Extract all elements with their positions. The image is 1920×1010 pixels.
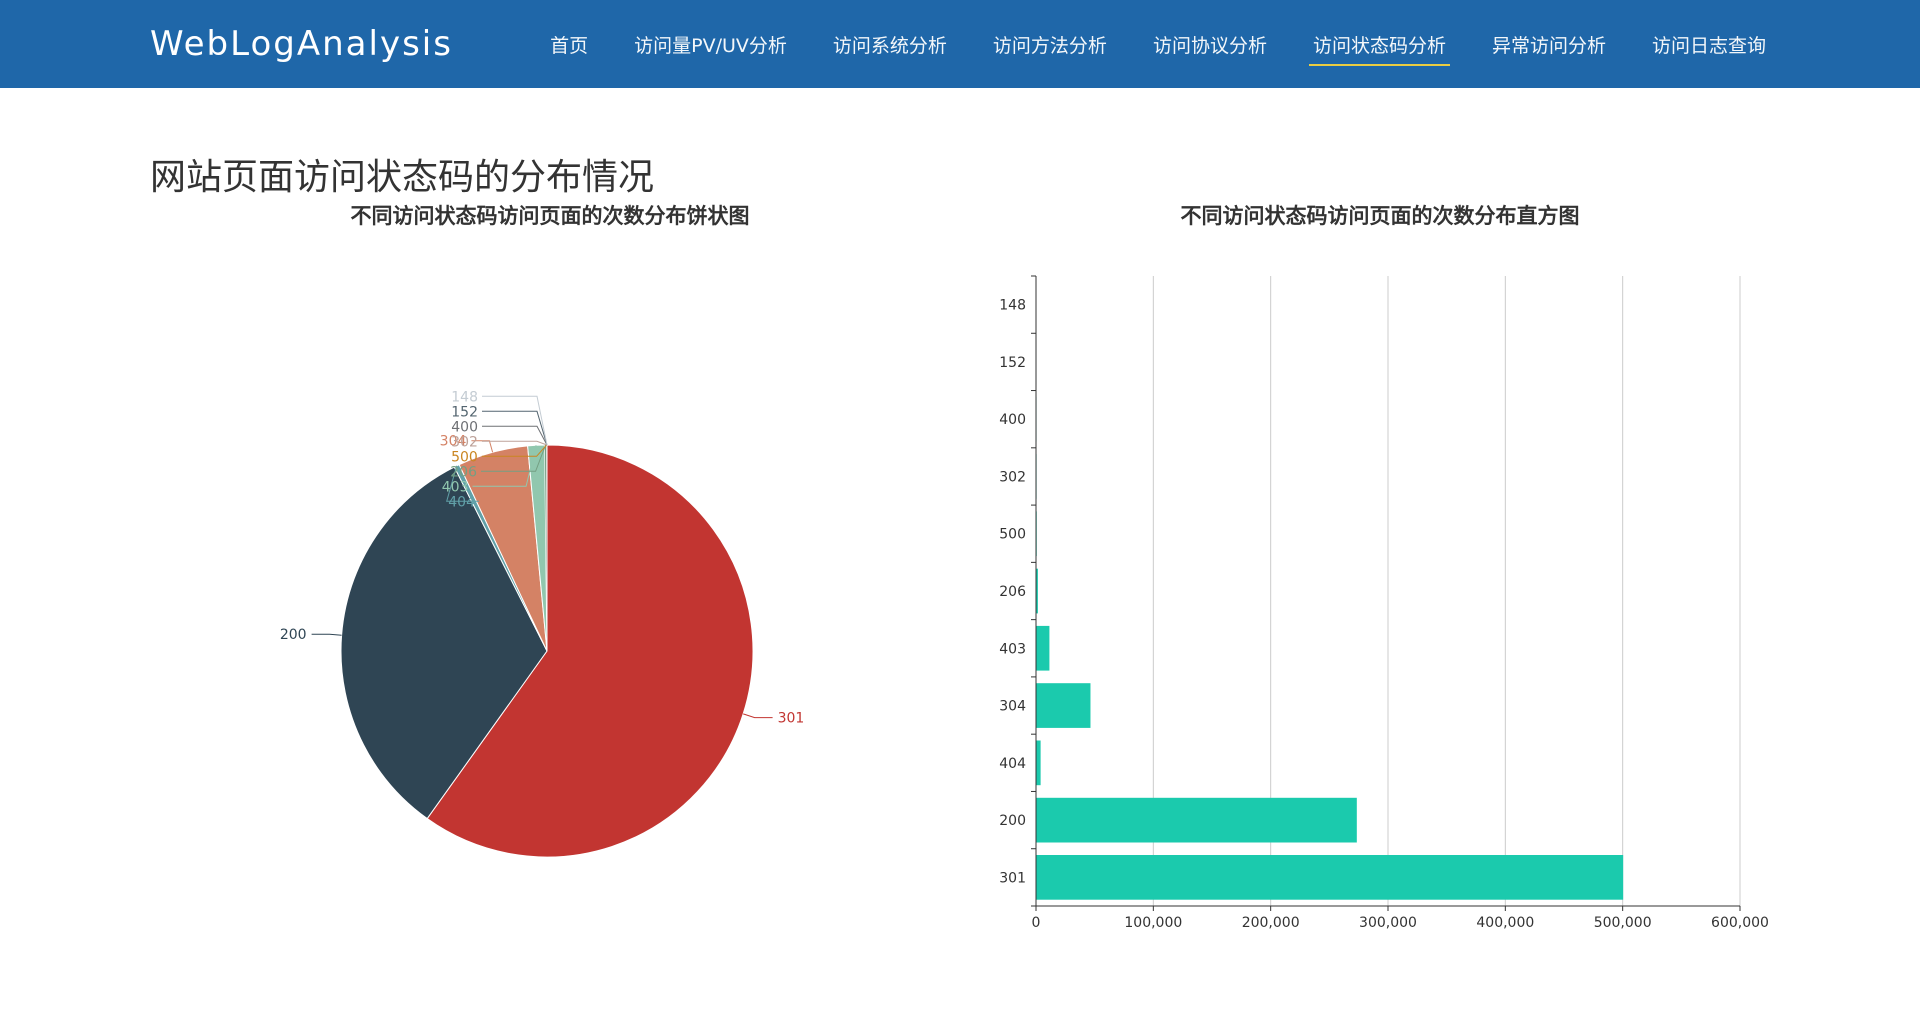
pie-leader-line-200 [311, 633, 342, 636]
nav-item-home[interactable]: 首页 [546, 25, 592, 64]
brand-logo[interactable]: WebLogAnalysis [150, 20, 453, 68]
pie-leader-line-301 [743, 713, 773, 719]
y-tick-label-152: 152 [999, 355, 1026, 371]
nav-item-method[interactable]: 访问方法分析 [989, 25, 1111, 64]
nav-item-system[interactable]: 访问系统分析 [829, 25, 951, 64]
pie-label-403: 403 [442, 479, 469, 495]
pie-chart: 301200304404403206500302400152148 [280, 389, 805, 858]
y-tick-label-400: 400 [999, 412, 1026, 428]
pie-label-400: 400 [451, 419, 478, 435]
bar-chart-panel: 不同访问状态码访问页面的次数分布直方图 0 100,000 200,000 300,0… [960, 196, 1800, 956]
x-tick-label: 0 [1032, 915, 1041, 931]
page-title: 网站页面访问状态码的分布情况 [150, 157, 655, 198]
nav-item-log-query[interactable]: 访问日志查询 [1648, 25, 1770, 64]
nav-item-protocol[interactable]: 访问协议分析 [1149, 25, 1271, 64]
pie-label-500: 500 [451, 449, 478, 465]
main-nav: 首页 访问量PV/UV分析 访问系统分析 访问方法分析 访问协议分析 访问状态码… [508, 0, 1770, 88]
x-tick-label: 100,000 [1124, 915, 1182, 931]
bar-chart: 0 100,000 200,000 300,000 400,000 500,000 600,… [999, 275, 1769, 931]
pie-label-301: 301 [778, 711, 805, 727]
x-tick-label: 300,000 [1359, 915, 1417, 931]
pie-label-200: 200 [280, 627, 307, 643]
y-tick-label-404: 404 [999, 756, 1026, 772]
bar-403[interactable] [1036, 625, 1050, 671]
bar-304[interactable] [1036, 683, 1091, 728]
y-tick-label-301: 301 [999, 870, 1026, 886]
pie-leader-line-400 [482, 425, 548, 446]
pie-chart-panel: 不同访问状态码访问页面的次数分布饼状图 301 200 304 404 403 206 50… [150, 196, 950, 956]
y-tick-label-200: 200 [999, 813, 1026, 829]
pie-chart-title: 不同访问状态码访问页面的次数分布饼状图 [350, 204, 750, 228]
top-navbar: WebLogAnalysis 首页 访问量PV/UV分析 访问系统分析 访问方法… [0, 0, 1920, 88]
pie-label-302: 302 [451, 434, 478, 450]
y-tick-label-302: 302 [999, 469, 1026, 485]
pie-label-152: 152 [451, 404, 478, 420]
bar-206[interactable] [1036, 568, 1038, 614]
y-tick-label-148: 148 [999, 298, 1026, 314]
pie-leader-line-302 [481, 440, 548, 446]
y-tick-label-500: 500 [999, 527, 1026, 543]
pie-leader-line-148 [482, 395, 548, 446]
x-tick-label: 500,000 [1594, 915, 1652, 931]
y-tick-label-403: 403 [999, 641, 1026, 657]
x-tick-label: 600,000 [1711, 915, 1769, 931]
nav-item-pv-uv[interactable]: 访问量PV/UV分析 [630, 25, 791, 64]
bar-301[interactable] [1036, 855, 1624, 900]
x-tick-label: 400,000 [1476, 915, 1534, 931]
bar-chart-title: 不同访问状态码访问页面的次数分布直方图 [1180, 204, 1580, 228]
nav-item-status-code[interactable]: 访问状态码分析 [1308, 25, 1450, 66]
pie-label-404: 404 [448, 494, 475, 510]
y-tick-label-304: 304 [999, 699, 1026, 715]
pie-leader-line-152 [482, 410, 548, 446]
nav-item-abnormal[interactable]: 异常访问分析 [1488, 25, 1610, 64]
y-tick-label-206: 206 [999, 584, 1026, 600]
bar-404[interactable] [1036, 740, 1041, 786]
x-tick-label: 200,000 [1242, 915, 1300, 931]
bar-200[interactable] [1036, 797, 1357, 843]
pie-label-206: 206 [450, 464, 477, 480]
pie-label-148: 148 [451, 389, 478, 405]
